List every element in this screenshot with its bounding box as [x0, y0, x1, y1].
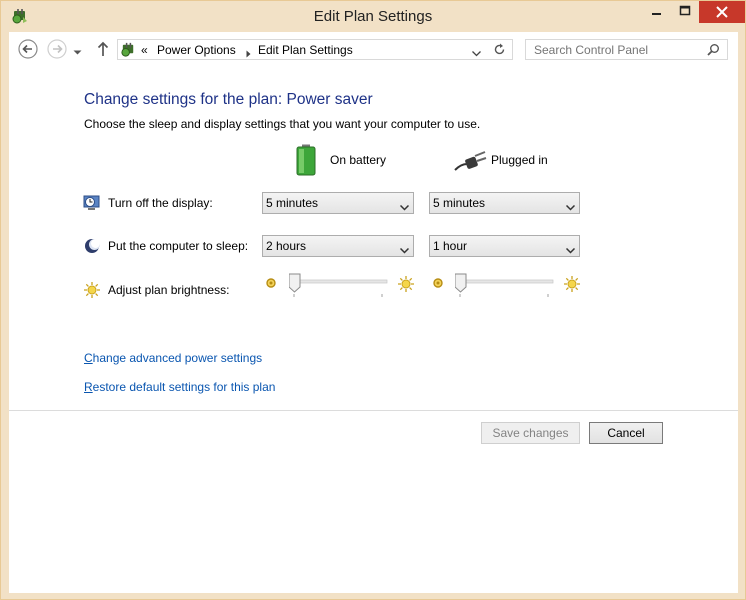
- title-bar: Edit Plan Settings: [1, 1, 745, 31]
- close-button[interactable]: [699, 1, 745, 23]
- brightness-label: Adjust plan brightness:: [108, 283, 230, 297]
- link-text: hange advanced power settings: [92, 351, 263, 365]
- link-text: estore default settings for this plan: [92, 380, 276, 394]
- battery-brightness-slider[interactable]: [288, 272, 389, 298]
- navigation-bar: « Power Options Edit Plan Settings: [9, 32, 738, 68]
- save-changes-button[interactable]: Save changes: [481, 422, 580, 444]
- window: Edit Plan Settings « Power Options Edit …: [0, 0, 746, 600]
- link-accelerator: R: [84, 380, 93, 394]
- search-box[interactable]: [525, 39, 728, 60]
- select-value: 1 hour: [433, 239, 468, 253]
- recent-locations-icon[interactable]: [73, 45, 82, 59]
- up-arrow-icon[interactable]: [97, 41, 109, 60]
- brightness-sun-icon: [83, 281, 101, 299]
- footer-divider: [9, 410, 738, 411]
- content-area: « Power Options Edit Plan Settings Searc…: [9, 32, 738, 593]
- chevron-down-icon: [399, 200, 410, 214]
- column-header-plugged-in: Plugged in: [491, 153, 548, 167]
- restore-default-settings-link[interactable]: Restore default settings for this plan: [84, 380, 275, 394]
- sleep-on-battery-select[interactable]: 2 hours: [262, 235, 414, 257]
- cancel-button[interactable]: Cancel: [589, 422, 663, 444]
- power-plug-icon: [453, 150, 487, 175]
- select-value: 5 minutes: [433, 196, 486, 210]
- forward-button[interactable]: [46, 38, 68, 63]
- refresh-button[interactable]: [489, 39, 513, 60]
- slider-thumb: [288, 273, 301, 293]
- breadcrumb-separator-icon[interactable]: [246, 47, 251, 61]
- address-dropdown-icon[interactable]: [472, 46, 481, 60]
- display-off-label: Turn off the display:: [108, 196, 213, 210]
- power-options-icon: [120, 41, 137, 61]
- search-input[interactable]: [526, 40, 709, 59]
- chevron-down-icon: [565, 243, 576, 257]
- breadcrumb-chevrons[interactable]: «: [141, 43, 148, 57]
- sleep-plugged-in-select[interactable]: 1 hour: [429, 235, 580, 257]
- search-icon[interactable]: [707, 43, 720, 59]
- change-advanced-power-settings-link[interactable]: Change advanced power settings: [84, 351, 262, 365]
- chevron-down-icon: [399, 243, 410, 257]
- battery-icon: [296, 144, 316, 179]
- display-off-plugged-in-select[interactable]: 5 minutes: [429, 192, 580, 214]
- dim-brightness-icon: [432, 277, 444, 292]
- display-off-on-battery-select[interactable]: 5 minutes: [262, 192, 414, 214]
- page-title: Change settings for the plan: Power save…: [84, 91, 373, 108]
- bright-brightness-icon: [397, 275, 415, 296]
- plugged-brightness-slider[interactable]: [454, 272, 555, 298]
- slider-thumb: [454, 273, 467, 293]
- breadcrumb-edit-plan-settings[interactable]: Edit Plan Settings: [258, 43, 353, 57]
- maximize-button[interactable]: [671, 1, 699, 23]
- minimize-button[interactable]: [641, 1, 671, 23]
- bright-brightness-icon: [563, 275, 581, 296]
- page-description: Choose the sleep and display settings th…: [84, 117, 481, 131]
- sleep-label: Put the computer to sleep:: [108, 239, 249, 253]
- address-bar[interactable]: « Power Options Edit Plan Settings: [117, 39, 495, 60]
- chevron-down-icon: [565, 200, 576, 214]
- window-title: Edit Plan Settings: [313, 8, 433, 25]
- breadcrumb-power-options[interactable]: Power Options: [157, 43, 236, 57]
- column-header-on-battery: On battery: [330, 153, 387, 167]
- dim-brightness-icon: [265, 277, 277, 292]
- select-value: 2 hours: [266, 239, 307, 253]
- select-value: 5 minutes: [266, 196, 319, 210]
- display-clock-icon: [83, 194, 101, 212]
- back-button[interactable]: [17, 38, 39, 63]
- link-accelerator: C: [84, 351, 93, 365]
- sleep-moon-icon: [83, 237, 101, 255]
